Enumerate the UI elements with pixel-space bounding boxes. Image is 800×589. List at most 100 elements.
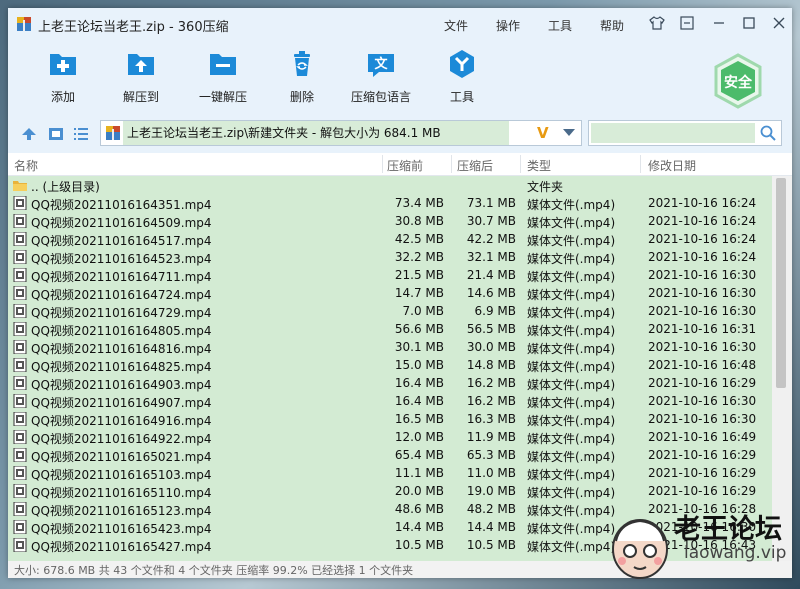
- list-view-icon[interactable]: [74, 128, 88, 140]
- file-packed-size: 14.4 MB: [466, 520, 516, 534]
- column-date[interactable]: 修改日期: [648, 157, 696, 174]
- file-name: QQ视频20211016164825.mp4: [31, 360, 212, 374]
- close-icon[interactable]: [768, 12, 790, 34]
- file-row[interactable]: QQ视频20211016165110.mp4 20.0 MB 19.0 MB 媒体文件…: [8, 482, 772, 500]
- file-size: 16.4 MB: [394, 394, 444, 408]
- file-packed-size: 65.3 MB: [466, 448, 516, 462]
- file-type: 媒体文件(.mp4): [527, 198, 616, 212]
- trash-icon: [294, 51, 310, 76]
- file-size: 30.1 MB: [394, 340, 444, 354]
- file-name: QQ视频20211016164816.mp4: [31, 342, 212, 356]
- column-packed[interactable]: 压缩后: [457, 157, 493, 174]
- parent-directory-row[interactable]: .. (上级目录) 文件夹: [8, 176, 772, 194]
- one-click-extract-icon: [210, 54, 236, 75]
- file-name: QQ视频20211016165423.mp4: [31, 522, 212, 536]
- vertical-scrollbar[interactable]: [772, 176, 792, 561]
- file-date: 2021-10-16 16:30: [648, 268, 757, 282]
- search-icon[interactable]: [760, 125, 776, 141]
- file-size: 7.0 MB: [402, 304, 444, 318]
- file-row[interactable]: QQ视频20211016165021.mp4 65.4 MB 65.3 MB 媒体文件…: [8, 446, 772, 464]
- file-row[interactable]: QQ视频20211016164523.mp4 32.2 MB 32.1 MB 媒体文件…: [8, 248, 772, 266]
- menu-help[interactable]: 帮助: [600, 17, 624, 34]
- file-type: 媒体文件(.mp4): [527, 540, 616, 554]
- add-button[interactable]: 添加: [28, 44, 98, 110]
- video-file-icon: [13, 430, 27, 444]
- thumbnail-view-icon[interactable]: [49, 128, 63, 140]
- file-type: 媒体文件(.mp4): [527, 270, 616, 284]
- file-packed-size: 56.5 MB: [466, 322, 516, 336]
- file-date: 2021-10-16 16:24: [648, 232, 757, 246]
- file-row[interactable]: QQ视频20211016164729.mp4 7.0 MB 6.9 MB 媒体文件(.…: [8, 302, 772, 320]
- up-arrow-icon[interactable]: [22, 128, 36, 140]
- settings-icon[interactable]: [676, 12, 698, 34]
- file-packed-size: 30.0 MB: [466, 340, 516, 354]
- security-badge[interactable]: 安全: [704, 52, 772, 110]
- video-file-icon: [13, 232, 27, 246]
- column-name[interactable]: 名称: [14, 157, 38, 174]
- menu-file[interactable]: 文件: [444, 17, 468, 34]
- file-name: QQ视频20211016164907.mp4: [31, 396, 212, 410]
- file-packed-size: 30.7 MB: [466, 214, 516, 228]
- chevron-down-icon[interactable]: [563, 129, 575, 137]
- file-size: 30.8 MB: [394, 214, 444, 228]
- menu-operation[interactable]: 操作: [496, 17, 520, 34]
- video-file-icon: [13, 484, 27, 498]
- file-date: 2021-10-16 16:30: [648, 304, 757, 318]
- skin-shirt-icon[interactable]: [646, 12, 668, 34]
- archive-app-icon: [17, 17, 31, 31]
- extract-to-button[interactable]: 解压到: [106, 44, 176, 110]
- column-type[interactable]: 类型: [527, 157, 551, 174]
- file-type: 媒体文件(.mp4): [527, 324, 616, 338]
- file-list: 名称 压缩前 压缩后 类型 修改日期 .. (上级目录) 文件夹 QQ视频20211…: [8, 153, 792, 561]
- file-row[interactable]: QQ视频20211016164724.mp4 14.7 MB 14.6 MB 媒体文件…: [8, 284, 772, 302]
- file-name: QQ视频20211016164351.mp4: [31, 198, 212, 212]
- app-window: 上老王论坛当老王.zip - 360压缩 文件 操作 工具 帮助 添加 解压到 …: [8, 8, 792, 578]
- one-click-extract-button[interactable]: 一键解压: [188, 44, 258, 110]
- delete-button[interactable]: 删除: [267, 44, 337, 110]
- file-row[interactable]: QQ视频20211016164922.mp4 12.0 MB 11.9 MB 媒体文件…: [8, 428, 772, 446]
- address-bar[interactable]: 上老王论坛当老王.zip\新建文件夹 - 解包大小为 684.1 MB V: [100, 120, 582, 146]
- file-row[interactable]: QQ视频20211016164517.mp4 42.5 MB 42.2 MB 媒体文件…: [8, 230, 772, 248]
- file-row[interactable]: QQ视频20211016164825.mp4 15.0 MB 14.8 MB 媒体文件…: [8, 356, 772, 374]
- file-packed-size: 16.2 MB: [466, 394, 516, 408]
- file-row[interactable]: QQ视频20211016164907.mp4 16.4 MB 16.2 MB 媒体文件…: [8, 392, 772, 410]
- file-row[interactable]: QQ视频20211016164816.mp4 30.1 MB 30.0 MB 媒体文件…: [8, 338, 772, 356]
- file-packed-size: 21.4 MB: [466, 268, 516, 282]
- scrollbar-thumb[interactable]: [776, 178, 786, 388]
- tools-button[interactable]: 工具: [427, 44, 497, 110]
- file-type: 媒体文件(.mp4): [527, 342, 616, 356]
- video-file-icon: [13, 412, 27, 426]
- video-file-icon: [13, 340, 27, 354]
- search-input[interactable]: [591, 123, 755, 143]
- svg-text:文: 文: [374, 56, 388, 72]
- file-type: 媒体文件(.mp4): [527, 468, 616, 482]
- file-packed-size: 16.2 MB: [466, 376, 516, 390]
- file-row[interactable]: QQ视频20211016164509.mp4 30.8 MB 30.7 MB 媒体文件…: [8, 212, 772, 230]
- address-path: 上老王论坛当老王.zip\新建文件夹 - 解包大小为 684.1 MB: [123, 121, 509, 145]
- minimize-icon[interactable]: [708, 12, 730, 34]
- file-row[interactable]: QQ视频20211016164351.mp4 73.4 MB 73.1 MB 媒体文件…: [8, 194, 772, 212]
- maximize-icon[interactable]: [738, 12, 760, 34]
- file-row[interactable]: QQ视频20211016164711.mp4 21.5 MB 21.4 MB 媒体文件…: [8, 266, 772, 284]
- archive-icon: [106, 126, 120, 140]
- archive-language-label: 压缩包语言: [350, 90, 411, 104]
- window-title: 上老王论坛当老王.zip - 360压缩: [38, 20, 229, 35]
- file-row[interactable]: QQ视频20211016165103.mp4 11.1 MB 11.0 MB 媒体文件…: [8, 464, 772, 482]
- file-row[interactable]: QQ视频20211016164916.mp4 16.5 MB 16.3 MB 媒体文件…: [8, 410, 772, 428]
- archive-language-button[interactable]: 文 压缩包语言: [346, 44, 416, 110]
- file-type: 媒体文件(.mp4): [527, 432, 616, 446]
- header-area: 上老王论坛当老王.zip - 360压缩 文件 操作 工具 帮助 添加 解压到 …: [8, 8, 792, 115]
- file-date: 2021-10-16 16:29: [648, 376, 757, 390]
- file-rows: .. (上级目录) 文件夹 QQ视频20211016164351.mp4 73.4 M…: [8, 176, 772, 561]
- toolbar: 添加 解压到 一键解压 删除 文 压缩包语言 工具 安全: [8, 44, 792, 110]
- video-file-icon: [13, 250, 27, 264]
- file-packed-size: 10.5 MB: [466, 538, 516, 552]
- watermark-sub: laowang.vip: [684, 543, 787, 563]
- file-row[interactable]: QQ视频20211016164903.mp4 16.4 MB 16.2 MB 媒体文件…: [8, 374, 772, 392]
- menu-tools[interactable]: 工具: [548, 17, 572, 34]
- file-row[interactable]: QQ视频20211016164805.mp4 56.6 MB 56.5 MB 媒体文件…: [8, 320, 772, 338]
- verified-v-icon[interactable]: V: [537, 124, 549, 142]
- file-size: 11.1 MB: [394, 466, 444, 480]
- file-date: 2021-10-16 16:48: [648, 358, 757, 372]
- column-size[interactable]: 压缩前: [387, 157, 423, 174]
